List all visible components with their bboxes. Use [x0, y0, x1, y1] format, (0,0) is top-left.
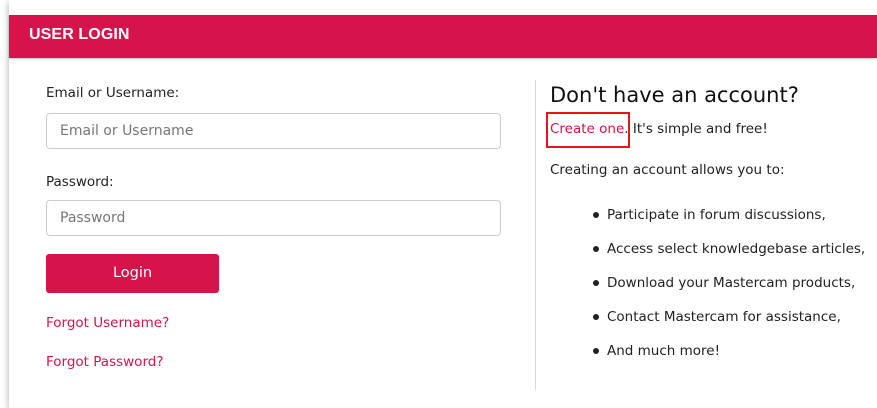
benefit-text: Access select knowledgebase articles,: [607, 241, 866, 257]
forgot-password-link[interactable]: Forgot Password?: [46, 354, 164, 370]
email-label: Email or Username:: [46, 85, 180, 101]
benefits-list: Participate in forum discussions, Access…: [593, 203, 865, 373]
bullet-icon: [593, 280, 599, 286]
list-item: Download your Mastercam products,: [593, 271, 865, 305]
panel-header: USER LOGIN: [9, 15, 877, 58]
bullet-icon: [593, 246, 599, 252]
login-panel: USER LOGIN Email or Username: Password: …: [9, 0, 877, 408]
create-account-link[interactable]: Create one: [550, 121, 624, 137]
page-title: USER LOGIN: [29, 26, 130, 43]
benefit-text: And much more!: [607, 343, 721, 359]
email-field[interactable]: [46, 113, 501, 149]
list-item: Access select knowledgebase articles,: [593, 237, 865, 271]
bullet-icon: [593, 314, 599, 320]
password-label: Password:: [46, 174, 114, 190]
forgot-username-link[interactable]: Forgot Username?: [46, 315, 169, 331]
signup-suffix: . It's simple and free!: [624, 121, 768, 137]
column-divider: [535, 80, 536, 390]
bullet-icon: [593, 212, 599, 218]
list-item: Contact Mastercam for assistance,: [593, 305, 865, 339]
signup-line: Create one. It's simple and free!: [550, 121, 768, 137]
list-item: Participate in forum discussions,: [593, 203, 865, 237]
login-button[interactable]: Login: [46, 254, 219, 293]
signup-heading: Don't have an account?: [550, 83, 799, 107]
benefit-text: Participate in forum discussions,: [607, 207, 826, 223]
password-field[interactable]: [46, 200, 501, 236]
bullet-icon: [593, 348, 599, 354]
list-item: And much more!: [593, 339, 865, 373]
signup-intro: Creating an account allows you to:: [550, 162, 785, 178]
benefit-text: Contact Mastercam for assistance,: [607, 309, 841, 325]
benefit-text: Download your Mastercam products,: [607, 275, 856, 291]
